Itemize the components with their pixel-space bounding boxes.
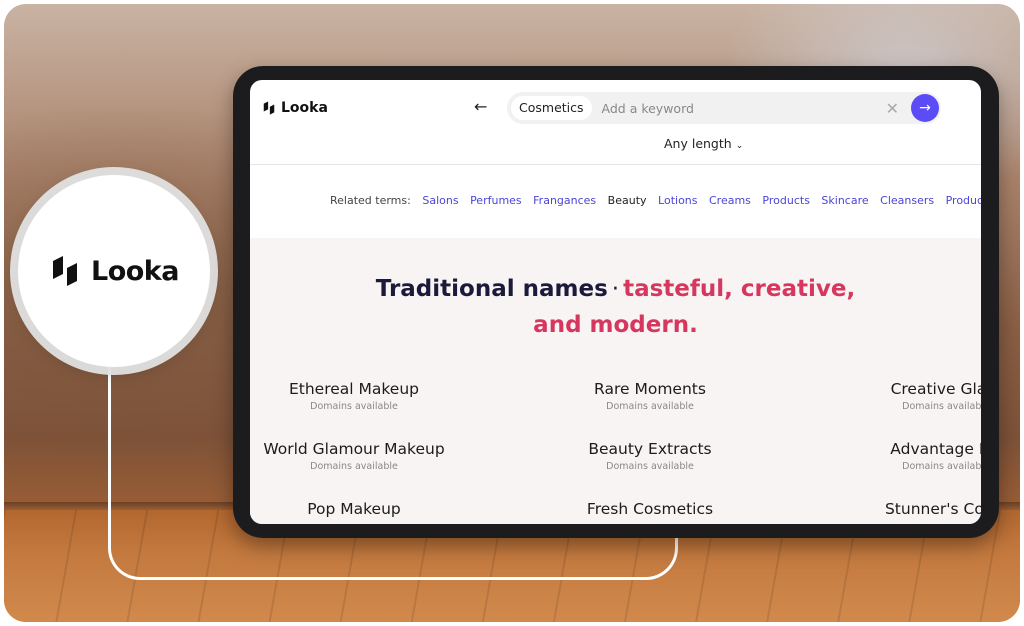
result-domain-status: Domains available [310,401,398,412]
tablet-device: Looka ← Cosmetics Add a keyword ✕ → Any … [233,66,999,538]
tablet-screen: Looka ← Cosmetics Add a keyword ✕ → Any … [250,80,981,524]
keyword-chip[interactable]: Cosmetics [511,96,592,120]
headline-separator: · [611,276,620,302]
result-card[interactable]: Creative Glam Domains available [826,380,981,412]
related-terms-label: Related terms: [330,194,411,207]
result-name: Ethereal Makeup [288,380,420,398]
header-divider [250,164,981,165]
results-headline: Traditional names · tasteful, creative, [250,276,981,302]
arrow-right-icon: → [919,100,931,116]
header-logo[interactable]: Looka [262,100,328,116]
result-card[interactable]: Advantage Ma Domains available [826,440,981,472]
looka-logo-icon [263,101,275,115]
result-name: Creative Glam [890,380,981,398]
related-term-frangances[interactable]: Frangances [533,194,596,207]
looka-logo-icon [53,256,77,286]
result-name: Advantage Ma [890,440,981,458]
result-domain-status: Domains available [606,401,694,412]
header-brand-name: Looka [281,100,328,116]
related-term-skincare[interactable]: Skincare [821,194,868,207]
search-submit-button[interactable]: → [911,94,939,122]
length-filter-dropdown[interactable]: Any length ⌄ [664,136,743,151]
result-card[interactable]: Beauty Extracts Domains available [530,440,770,472]
related-term-salons[interactable]: Salons [422,194,458,207]
result-card[interactable]: Ethereal Makeup Domains available [250,380,474,412]
brand-wordmark: Looka [91,255,179,287]
result-domain-status: Domains available [902,401,981,412]
brand-logo-badge: Looka [18,175,210,367]
result-card[interactable]: Pop Makeup [250,500,474,518]
back-arrow-icon[interactable]: ← [474,97,487,116]
headline-part2: tasteful, creative, [623,276,856,302]
related-term-perfumes[interactable]: Perfumes [470,194,522,207]
result-name: Rare Moments [594,380,706,398]
related-term-product[interactable]: Product [946,194,981,207]
related-term-cleansers[interactable]: Cleansers [880,194,934,207]
result-name: World Glamour Makeup [263,440,445,458]
result-card[interactable]: Rare Moments Domains available [530,380,770,412]
related-term-beauty[interactable]: Beauty [608,194,647,207]
result-card[interactable]: Stunner's Cosm [826,500,981,518]
result-domain-status: Domains available [902,461,981,472]
related-terms: Related terms: Salons Perfumes Frangance… [330,194,981,207]
related-term-products[interactable]: Products [762,194,810,207]
results-section: Traditional names · tasteful, creative, an… [250,238,981,524]
length-filter-label: Any length [664,136,732,151]
headline-part1: Traditional names [375,276,608,302]
close-icon[interactable]: ✕ [886,99,899,118]
result-name: Beauty Extracts [588,440,712,458]
result-card[interactable]: Fresh Cosmetics [530,500,770,518]
headline-part3: and modern. [533,312,698,338]
related-term-creams[interactable]: Creams [709,194,751,207]
chevron-down-icon: ⌄ [735,141,744,151]
result-domain-status: Domains available [310,461,398,472]
result-name: Pop Makeup [307,500,401,518]
keyword-input[interactable]: Add a keyword [602,101,886,116]
app-header: Looka ← Cosmetics Add a keyword ✕ → Any … [250,80,981,164]
result-card[interactable]: World Glamour Makeup Domains available [250,440,474,472]
search-bar: Cosmetics Add a keyword ✕ → [507,92,941,124]
result-name: Fresh Cosmetics [586,500,714,518]
related-term-lotions[interactable]: Lotions [658,194,697,207]
result-name: Stunner's Cosm [884,500,981,518]
result-domain-status: Domains available [606,461,694,472]
